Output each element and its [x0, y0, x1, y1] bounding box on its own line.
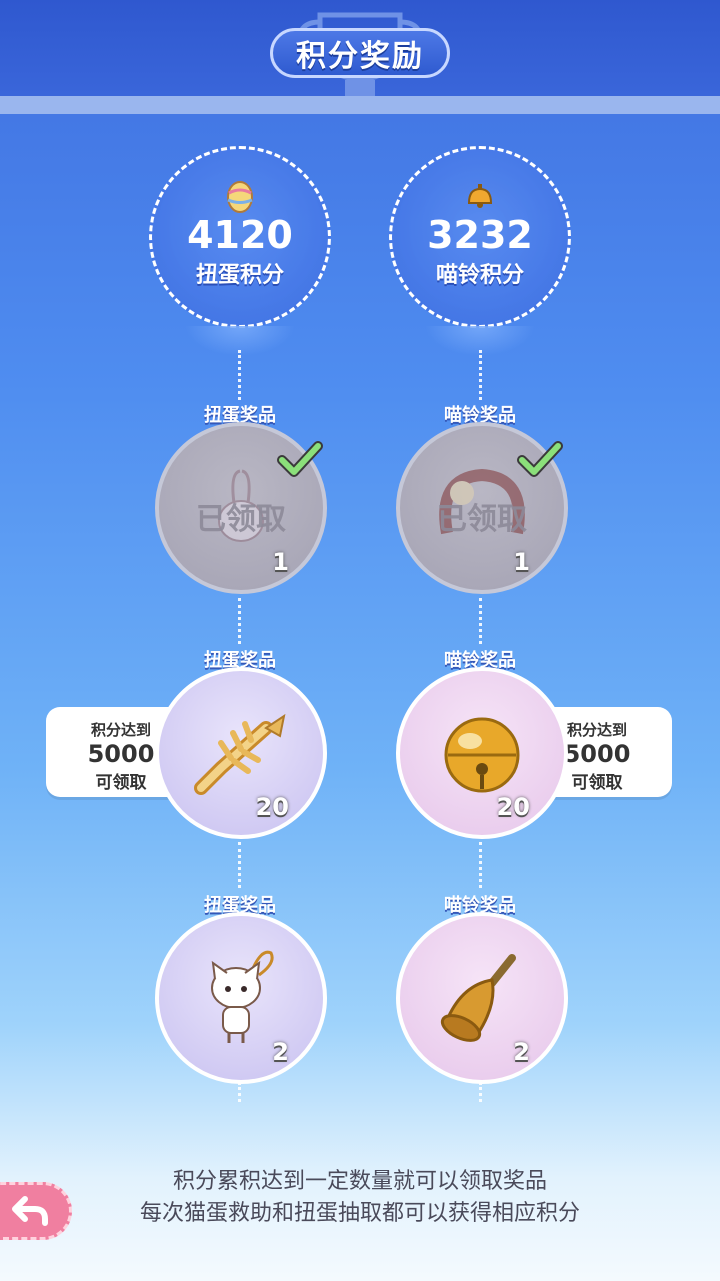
header-strip [0, 96, 720, 114]
egg-reward-6[interactable]: 20 [155, 667, 327, 839]
page-title: 积分奖励 [270, 28, 450, 78]
cat-doll-icon [211, 950, 274, 1043]
check-icon [277, 441, 323, 477]
bell-score-ring: 3232 喵铃积分 [389, 146, 571, 328]
easter-egg-icon [227, 181, 253, 213]
claimed-label: 已领取 [196, 502, 286, 537]
fishbone-icon [194, 713, 286, 795]
egg-score-ring: 4120 扭蛋积分 [149, 146, 331, 328]
reward-count: 20 [255, 793, 289, 821]
golden-bell-icon [444, 717, 520, 793]
reward-count: 2 [513, 1038, 530, 1066]
egg-connector [238, 598, 241, 644]
egg-score-value: 4120 [187, 213, 293, 257]
footer-hint-1: 积分累积达到一定数量就可以领取奖品 [172, 1169, 547, 1194]
egg-score-label: 扭蛋积分 [195, 263, 284, 288]
egg-connector [238, 842, 241, 888]
bell-connector [479, 350, 482, 400]
bell-connector [479, 1082, 482, 1102]
back-arrow-icon [12, 1196, 48, 1226]
egg-connector [238, 1082, 241, 1102]
reward-count: 2 [272, 1038, 289, 1066]
reward-count: 20 [496, 793, 530, 821]
egg-reward-7[interactable]: 2 [155, 912, 327, 1084]
back-button[interactable] [0, 1182, 72, 1240]
bell-icon [467, 184, 493, 208]
bell-connector [479, 598, 482, 644]
bell-connector [479, 842, 482, 888]
bell-score-label: 喵铃积分 [435, 263, 524, 288]
check-icon [517, 441, 563, 477]
reward-count: 1 [272, 548, 289, 576]
reward-count: 1 [513, 548, 530, 576]
bell-score-value: 3232 [427, 213, 533, 257]
bell-reward-7[interactable]: 2 [396, 912, 568, 1084]
claimed-label: 已领取 [437, 502, 527, 537]
footer-hint-2: 每次猫蛋救助和扭蛋抽取都可以获得相应积分 [139, 1201, 580, 1226]
egg-connector [238, 350, 241, 400]
hand-bell-icon [440, 954, 516, 1042]
bell-reward-6[interactable]: 20 [396, 667, 568, 839]
